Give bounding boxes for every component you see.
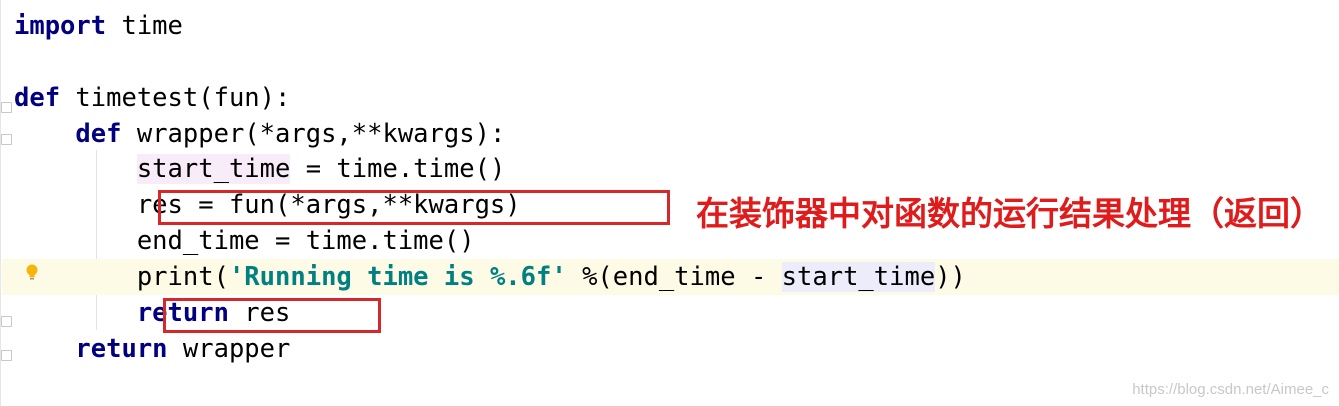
- keyword: def: [75, 119, 122, 149]
- highlight-box-res-call: [158, 190, 670, 225]
- code-line-1[interactable]: import time: [14, 8, 183, 44]
- gutter-divider: [0, 0, 1, 406]
- annotation-text: 在装饰器中对函数的运行结果处理（返回）: [696, 194, 1323, 233]
- variable-highlight: start_time: [136, 154, 291, 184]
- code-line-5[interactable]: start_time = time.time(): [14, 151, 505, 187]
- keyword: def: [14, 83, 61, 113]
- keyword: import: [14, 11, 107, 41]
- code-line-10[interactable]: return wrapper: [14, 331, 290, 367]
- code-line-7[interactable]: end_time = time.time(): [14, 223, 475, 259]
- string-literal: 'Running time is %.6f': [228, 262, 567, 292]
- code-text: time: [106, 11, 183, 41]
- code-text: wrapper: [167, 334, 291, 364]
- code-text: timetest(fun):: [60, 83, 291, 113]
- fold-marker-icon[interactable]: [1, 350, 12, 361]
- watermark: https://blog.csdn.net/Aimee_c: [1132, 381, 1329, 398]
- code-text: = time.time(): [290, 154, 506, 184]
- code-line-3[interactable]: def timetest(fun):: [14, 80, 290, 116]
- function-call: print(: [136, 262, 229, 292]
- fold-marker-icon[interactable]: [1, 134, 12, 145]
- fold-marker-icon[interactable]: [1, 102, 12, 113]
- code-text: %(end_time -: [566, 262, 782, 292]
- code-text: )): [935, 262, 966, 292]
- highlight-box-return-res: [163, 298, 381, 333]
- code-line-4[interactable]: def wrapper(*args,**kwargs):: [14, 116, 505, 152]
- variable-highlight: start_time: [781, 262, 936, 292]
- keyword: return: [75, 334, 168, 364]
- fold-marker-icon[interactable]: [1, 316, 12, 327]
- code-line-8[interactable]: print('Running time is %.6f' %(end_time …: [2, 259, 1339, 295]
- code-text: end_time = time.time(): [136, 226, 475, 256]
- lightbulb-icon[interactable]: [25, 264, 39, 280]
- code-editor[interactable]: import time def timetest(fun): def wrapp…: [0, 0, 1339, 406]
- code-text: wrapper(*args,**kwargs):: [121, 119, 506, 149]
